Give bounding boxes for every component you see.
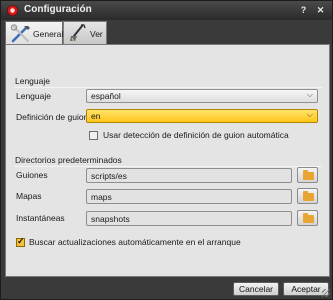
scripts-dir-field[interactable]: scripts/es [86,168,292,183]
help-icon[interactable]: ? [298,5,309,15]
language-group-divider [14,87,322,88]
maps-dir-label: Mapas [16,191,42,201]
language-select-value: español [91,91,121,101]
chevron-down-icon: ⌵ [306,110,313,119]
script-definition-select[interactable]: en ⌵ [86,109,318,123]
tools-icon [10,24,30,43]
auto-detect-label: Usar detección de definición de guion au… [103,130,289,140]
snapshots-dir-value: snapshots [91,214,130,224]
scripts-dir-value: scripts/es [91,171,127,181]
maps-dir-field[interactable]: maps [86,189,292,204]
snapshots-browse-button[interactable] [297,210,318,226]
general-panel: Lenguaje Lenguaje español ⌵ Definición d… [5,44,330,277]
tab-ver[interactable]: Ver [63,21,107,45]
auto-detect-checkbox[interactable] [89,131,98,140]
close-icon[interactable]: ✕ [315,5,326,15]
language-label: Lenguaje [16,91,51,101]
directories-group-title: Directorios predeterminados [15,155,122,165]
language-select[interactable]: español ⌵ [86,89,318,103]
snapshots-dir-field[interactable]: snapshots [86,211,292,226]
tab-ver-label: Ver [90,29,103,39]
resize-grip[interactable] [322,289,330,297]
settings-dialog: Configuración ? ✕ General Ver Lenguaje L… [0,0,333,300]
script-definition-select-value: en [91,111,101,121]
language-group-title: Lenguaje [15,76,50,86]
chevron-down-icon: ⌵ [306,90,313,99]
tab-general[interactable]: General [5,21,63,45]
folder-icon [303,170,314,180]
script-definition-label: Definición de guion [16,112,89,122]
check-updates-checkbox[interactable] [16,236,25,247]
tab-bar: General Ver [5,21,330,45]
window-title: Configuración [24,4,92,15]
title-bar[interactable]: Configuración ? ✕ [1,1,332,20]
maps-browse-button[interactable] [297,188,318,204]
folder-icon [303,213,314,223]
directories-group-divider [14,166,322,167]
cancel-button[interactable]: Cancelar [233,282,279,296]
folder-icon [303,191,314,201]
check-updates-label: Buscar actualizaciones automáticamente e… [29,237,241,247]
maps-dir-value: maps [91,192,112,202]
tab-general-label: General [33,29,64,39]
scripts-browse-button[interactable] [297,167,318,183]
paintbrush-icon [70,24,86,43]
record-icon [7,5,18,16]
snapshots-dir-label: Instantáneas [16,213,65,223]
scripts-dir-label: Guiones [16,170,48,180]
